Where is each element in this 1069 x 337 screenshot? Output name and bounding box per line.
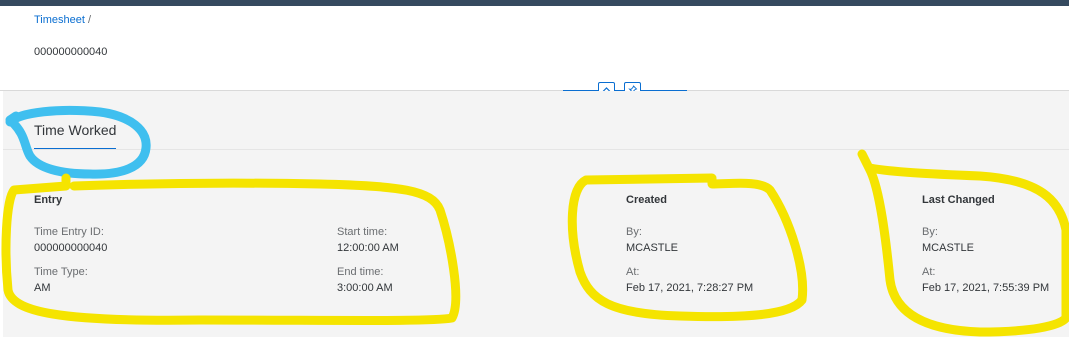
breadcrumb: Timesheet / (34, 14, 91, 26)
object-page-header: Timesheet/ 000000000040 (0, 6, 1069, 90)
group-title-entry: Entry (34, 194, 63, 206)
group-title-last-changed: Last Changed (922, 194, 995, 206)
breadcrumb-separator: / (87, 14, 92, 26)
created-at-label: At: (626, 266, 640, 278)
breadcrumb-link-timesheet[interactable]: Timesheet (34, 14, 85, 26)
time-type-value: AM (34, 282, 51, 294)
changed-by-label: By: (922, 226, 938, 238)
created-by-label: By: (626, 226, 642, 238)
end-time-value: 3:00:00 AM (337, 282, 393, 294)
created-by-value: MCASTLE (626, 242, 678, 254)
end-time-label: End time: (337, 266, 384, 278)
section-divider (3, 149, 1069, 150)
section-title-time-worked[interactable]: Time Worked (34, 122, 116, 138)
changed-by-value: MCASTLE (922, 242, 974, 254)
group-title-created: Created (626, 194, 667, 206)
time-entry-id-value: 000000000040 (34, 242, 108, 254)
start-time-label: Start time: (337, 226, 388, 238)
time-type-label: Time Type: (34, 266, 88, 278)
changed-at-value: Feb 17, 2021, 7:55:39 PM (922, 282, 1050, 294)
created-at-value: Feb 17, 2021, 7:28:27 PM (626, 282, 754, 294)
time-entry-id-label: Time Entry ID: (34, 226, 104, 238)
page-title: 000000000040 (34, 46, 108, 58)
changed-at-label: At: (922, 266, 936, 278)
start-time-value: 12:00:00 AM (337, 242, 399, 254)
object-page-content: Time Worked (3, 91, 1069, 337)
